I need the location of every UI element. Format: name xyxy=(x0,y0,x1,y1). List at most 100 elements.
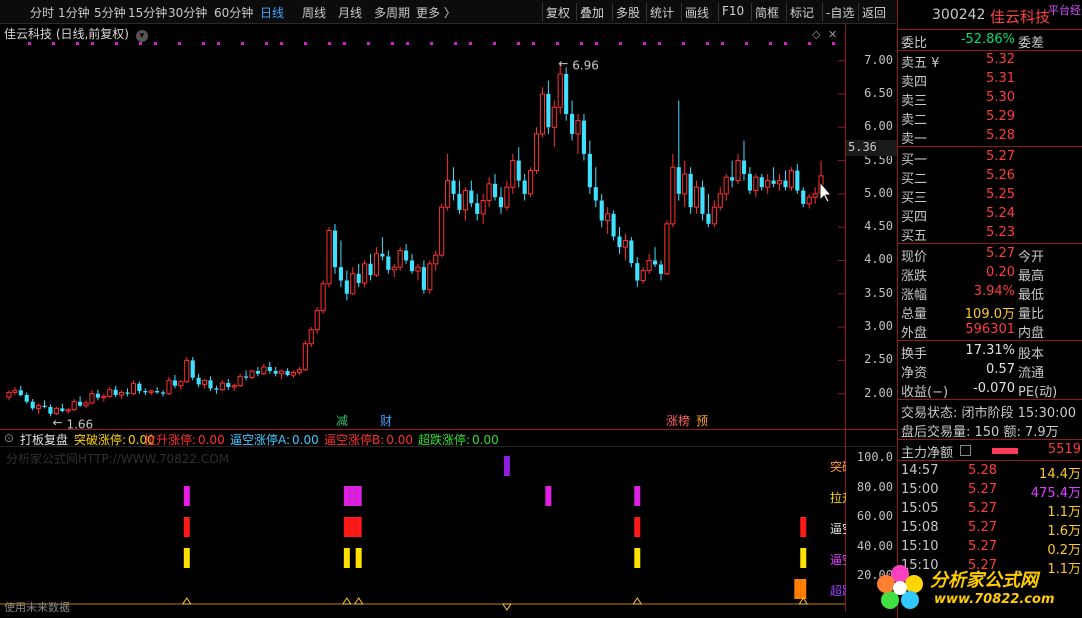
period-tab-7[interactable]: 周线 xyxy=(302,4,326,21)
tick-time: 15:00 xyxy=(901,482,939,497)
stat-value: 0.57 xyxy=(986,362,1015,377)
toolbar-button-4[interactable]: 画线 xyxy=(685,4,709,21)
top-signal-dot xyxy=(202,42,205,45)
toolbar-button-6[interactable]: 简框 xyxy=(755,4,779,21)
sell-price: 5.29 xyxy=(986,109,1015,124)
price-tick-label: 6.00 xyxy=(864,119,893,134)
candle-body xyxy=(593,187,598,201)
indicator-value-number: 0.00 xyxy=(198,433,225,447)
indicator-tick-label: 40.00 xyxy=(856,538,893,553)
candlestick-chart[interactable]: ← 6.96 ← 1.66 减 财 涨榜 预 ◇ ✕ xyxy=(0,24,845,429)
candle-body xyxy=(658,264,664,274)
event-mark[interactable]: 财 xyxy=(380,414,392,428)
candle-body xyxy=(711,206,717,225)
candle-body xyxy=(421,267,426,290)
candle-body xyxy=(273,371,278,374)
stat-value: 0.20 xyxy=(986,265,1015,280)
weibi-label: 委比 xyxy=(901,36,928,51)
period-tab-2[interactable]: 5分钟 xyxy=(94,4,126,21)
candle-body xyxy=(806,196,812,205)
candle-body xyxy=(143,391,148,393)
candle-body xyxy=(771,180,776,184)
candle-body xyxy=(801,190,806,204)
candle-body xyxy=(36,405,42,409)
period-tab-1[interactable]: 1分钟 xyxy=(58,4,90,21)
candle-body xyxy=(201,379,208,385)
close-icon[interactable]: ✕ xyxy=(828,28,837,41)
buy-row: 买五 5.23 xyxy=(898,224,1082,244)
event-mark[interactable]: 减 xyxy=(336,414,348,428)
candle-body xyxy=(516,160,521,181)
candle-body xyxy=(682,173,688,195)
candle-body xyxy=(688,173,693,208)
low-arrow-icon: ← xyxy=(52,415,62,429)
toolbar-button-3[interactable]: 统计 xyxy=(650,4,674,21)
price-tick-label: 2.50 xyxy=(864,352,893,367)
indicator-value-label: 拉升涨停: xyxy=(144,433,197,447)
event-mark[interactable]: 涨榜 xyxy=(666,413,690,428)
candle-body xyxy=(451,180,456,194)
candle-body xyxy=(290,371,297,376)
sector-tag[interactable]: 平台经 xyxy=(1048,2,1081,18)
stat-value: 17.31% xyxy=(965,343,1015,358)
gear-icon[interactable]: ⊙ xyxy=(4,431,14,445)
toolbar-button-7[interactable]: 标记 xyxy=(790,4,814,21)
candle-body xyxy=(611,213,616,237)
candle-body xyxy=(119,391,125,396)
candle-body xyxy=(302,343,308,371)
weibi-row: 委比 -52.86% 委差 xyxy=(898,31,1082,51)
top-signal-dot xyxy=(241,42,244,45)
indicator-value-number: 0.00 xyxy=(386,433,413,447)
period-tab-8[interactable]: 月线 xyxy=(338,4,362,21)
candle-body xyxy=(155,391,160,393)
period-tab-9[interactable]: 多周期 xyxy=(374,4,410,21)
top-signal-dot xyxy=(469,42,472,45)
signal-bar-orange xyxy=(794,579,801,599)
divider xyxy=(898,399,1082,400)
divider xyxy=(898,146,1082,147)
candle-body xyxy=(717,193,723,208)
stat2-row: 换手 17.31% 股本 xyxy=(898,342,1082,362)
tick-row: 15:10 5.27 0.2万 xyxy=(898,538,1082,558)
flower-logo-icon xyxy=(877,565,923,609)
candle-body xyxy=(652,260,658,265)
event-mark[interactable]: 预 xyxy=(696,414,708,428)
toolbar-button-8[interactable]: -自选 xyxy=(826,4,854,21)
candle-body xyxy=(557,73,563,108)
price-tick-label: 4.50 xyxy=(864,219,893,234)
period-tab-0[interactable]: 分时 xyxy=(30,4,54,21)
buy-level-label: 买五 xyxy=(901,229,928,244)
candle-body xyxy=(255,371,260,374)
status-row: 交易状态: 闭市阶段 15:30:00 xyxy=(898,401,1082,421)
top-signal-dot xyxy=(745,42,748,45)
main-flow-label: 主力净额 xyxy=(901,446,954,461)
period-tab-10[interactable]: 更多 〉 xyxy=(416,4,456,21)
candle-body xyxy=(575,120,581,135)
diamond-icon[interactable]: ◇ xyxy=(812,28,821,41)
signal-bar-magenta xyxy=(343,486,350,506)
candle-body xyxy=(546,93,551,128)
toolbar-button-0[interactable]: 复权 xyxy=(546,4,570,21)
toolbar-button-1[interactable]: 叠加 xyxy=(580,4,604,21)
period-tab-6[interactable]: 日线 xyxy=(260,4,284,21)
top-signal-dot xyxy=(217,42,220,45)
list-icon[interactable] xyxy=(960,445,971,456)
stat-label-2: 量比 xyxy=(1018,307,1045,322)
candle-body xyxy=(635,263,640,281)
buy-price: 5.23 xyxy=(986,225,1015,240)
toolbar-button-5[interactable]: F10 xyxy=(722,4,744,18)
toolbar-button-2[interactable]: 多股 xyxy=(616,4,640,21)
indicator-chart[interactable]: 分析家公式网HTTP://WWW.70822.COM 使用未来数据 xyxy=(0,447,845,612)
indicator-value-number: 0.00 xyxy=(292,433,319,447)
period-tab-4[interactable]: 30分钟 xyxy=(168,4,207,21)
toolbar-button-9[interactable]: 返回 xyxy=(862,4,886,21)
indicator-name[interactable]: 打板复盘 xyxy=(20,431,68,448)
tick-row: 15:08 5.27 1.6万 xyxy=(898,519,1082,539)
tick-time: 15:08 xyxy=(901,520,939,535)
period-tab-5[interactable]: 60分钟 xyxy=(214,4,253,21)
candle-body xyxy=(208,380,213,389)
candle-body xyxy=(148,390,154,393)
tick-volume: 14.4万 xyxy=(1039,467,1081,482)
candle-body xyxy=(71,401,77,411)
period-tab-3[interactable]: 15分钟 xyxy=(128,4,167,21)
